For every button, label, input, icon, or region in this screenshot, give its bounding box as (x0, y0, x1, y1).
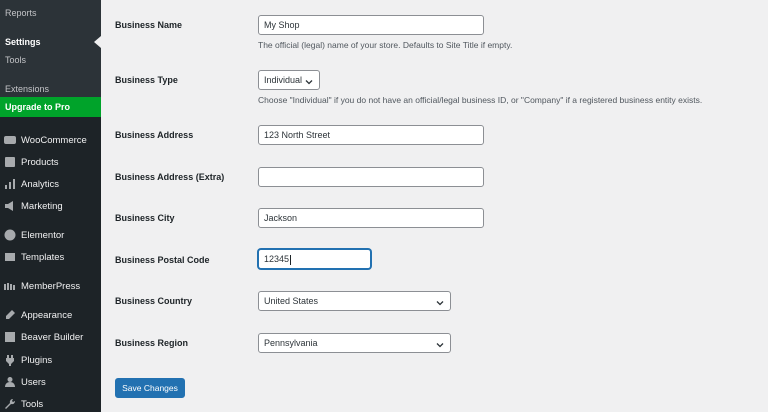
menu-item-elementor[interactable]: Elementor (0, 224, 101, 246)
menu-item-users[interactable]: Users (0, 371, 101, 393)
submenu-item-tools[interactable]: Tools (0, 51, 101, 69)
menu-item-label: Beaver Builder (21, 331, 84, 343)
menu-item-tools[interactable]: Tools (0, 393, 101, 412)
business-name-label: Business Name (115, 20, 183, 30)
menu-item-label: MemberPress (21, 280, 81, 292)
templates-icon (4, 251, 16, 263)
tools-icon (4, 398, 16, 410)
submenu-item-settings[interactable]: Settings (0, 33, 101, 51)
business-name-input[interactable]: My Shop (258, 15, 484, 35)
business-region-value: Pennsylvania (264, 338, 318, 348)
business-country-value: United States (264, 296, 319, 306)
menu-item-beaver-builder[interactable]: Beaver Builder (0, 326, 101, 348)
menu-item-label: Marketing (21, 200, 63, 212)
business-address-label: Business Address (115, 130, 194, 140)
business-region-label: Business Region (115, 338, 189, 348)
menu-item-label: Users (21, 376, 46, 388)
menu-item-label: Tools (21, 398, 44, 410)
business-type-value: Individual (264, 75, 303, 85)
business-address-extra-input[interactable] (258, 167, 484, 187)
submenu-item-reports[interactable]: Reports (0, 4, 101, 22)
chevron-down-icon (435, 338, 445, 348)
users-icon (4, 376, 16, 388)
business-city-input[interactable]: Jackson (258, 208, 484, 228)
menu-item-woocommerce[interactable]: WooCommerce (0, 129, 101, 151)
appearance-icon (4, 309, 16, 321)
submenu-item-extensions[interactable]: Extensions (0, 80, 101, 98)
business-name-description: The official (legal) name of your store.… (258, 40, 513, 50)
chevron-down-icon (304, 75, 314, 85)
business-city-label: Business City (115, 213, 175, 223)
menu-item-products[interactable]: Products (0, 151, 101, 173)
menu-item-label: WooCommerce (21, 134, 87, 146)
settings-form: Business Name My Shop The official (lega… (101, 0, 768, 412)
beaver-builder-icon (4, 331, 16, 343)
business-postal-code-label: Business Postal Code (115, 255, 210, 265)
business-type-label: Business Type (115, 75, 178, 85)
menu-item-label: Plugins (21, 354, 53, 366)
save-changes-button[interactable]: Save Changes (115, 378, 185, 398)
menu-item-appearance[interactable]: Appearance (0, 304, 101, 326)
business-country-label: Business Country (115, 296, 193, 306)
business-country-select[interactable]: United States (258, 291, 451, 311)
business-address-extra-label: Business Address (Extra) (115, 172, 225, 182)
admin-sidebar: Reports Settings Tools Extensions Upgrad… (0, 0, 101, 412)
elementor-icon (4, 229, 16, 241)
menu-item-label: Products (21, 156, 59, 168)
analytics-icon (4, 178, 16, 190)
postal-code-value: 12345 (264, 254, 290, 264)
menu-item-marketing[interactable]: Marketing (0, 195, 101, 217)
menu-item-label: Templates (21, 251, 65, 263)
chevron-down-icon (435, 296, 445, 306)
business-address-input[interactable]: 123 North Street (258, 125, 484, 145)
menu-item-analytics[interactable]: Analytics (0, 173, 101, 195)
menu-item-label: Analytics (21, 178, 60, 190)
text-cursor (290, 254, 292, 265)
menu-item-label: Appearance (21, 309, 73, 321)
current-menu-arrow (94, 36, 101, 48)
business-region-select[interactable]: Pennsylvania (258, 333, 451, 353)
plugins-icon (4, 354, 16, 366)
menu-item-memberpress[interactable]: MemberPress (0, 275, 101, 297)
business-type-select[interactable]: Individual (258, 70, 320, 90)
business-type-description: Choose "Individual" if you do not have a… (258, 95, 703, 105)
marketing-icon (4, 200, 16, 212)
upgrade-to-pro-link[interactable]: Upgrade to Pro (0, 97, 101, 117)
woocommerce-icon (4, 134, 16, 146)
menu-item-label: Elementor (21, 229, 65, 241)
menu-item-plugins[interactable]: Plugins (0, 349, 101, 371)
products-icon (4, 156, 16, 168)
menu-item-templates[interactable]: Templates (0, 246, 101, 268)
business-postal-code-input[interactable]: 12345 (258, 249, 371, 269)
memberpress-icon (4, 280, 16, 292)
